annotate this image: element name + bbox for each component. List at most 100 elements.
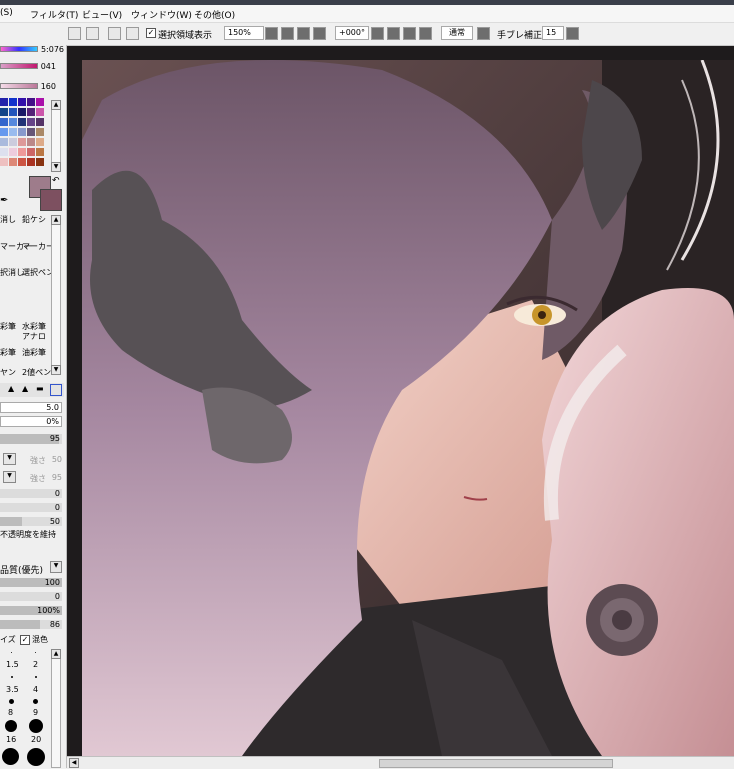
min-density-bar[interactable]: 0 [0, 592, 62, 601]
pressure-hardness-bar[interactable]: 86 [0, 620, 62, 629]
texture-a-dropdown-icon[interactable]: ▼ [3, 453, 16, 465]
swatch-palette[interactable] [0, 98, 48, 172]
rotation-field[interactable]: +000° [335, 26, 369, 40]
texture-b-dropdown-icon[interactable]: ▼ [3, 471, 16, 483]
brush-size-label: 3.5 [6, 685, 19, 694]
zoom-out-icon[interactable] [281, 27, 294, 40]
brush-size-presets[interactable]: 1.5 2 3.5 4 8 9 16 20 [0, 649, 48, 768]
rotation-dropdown-icon[interactable] [371, 27, 384, 40]
hue-slider[interactable] [0, 46, 38, 52]
min-size-field[interactable]: 0% [0, 416, 62, 427]
sub-color-swatch[interactable] [40, 189, 62, 211]
palette-scroll-up-icon[interactable]: ▲ [51, 100, 61, 110]
value-slider[interactable] [0, 83, 38, 89]
tool-scroll-down-icon[interactable]: ▼ [51, 365, 61, 375]
brush-size-label: 1.5 [6, 660, 19, 669]
brush-size-label: 16 [6, 735, 17, 744]
zoom-reset-icon[interactable] [313, 27, 326, 40]
tool-label[interactable]: 油彩筆 [22, 347, 46, 358]
deselect-icon[interactable] [108, 27, 121, 40]
tool-label[interactable]: 鉛ケシ [22, 214, 46, 225]
stabilizer-field[interactable]: 15 [542, 26, 564, 40]
brush-shape-row[interactable]: ▲ ▲ ▬ [0, 383, 64, 397]
flip-icon[interactable] [477, 27, 490, 40]
tool-label[interactable]: 2値ペン [22, 367, 51, 378]
palette-scroll-down-icon[interactable]: ▼ [51, 162, 61, 172]
blend-label: 混色 [32, 635, 48, 644]
zoom-in-icon[interactable] [297, 27, 310, 40]
pressure-size-label: イズ [0, 635, 16, 644]
menu-filter[interactable]: フィルタ(T) [30, 8, 78, 21]
persistence-value: 50 [49, 517, 60, 526]
strength-a-value: 50 [51, 455, 62, 464]
max-density-pressure-bar[interactable]: 100% [0, 606, 62, 615]
stabilizer-label: 手ブレ補正 [497, 31, 543, 41]
tool-label[interactable]: 彩筆 [0, 321, 16, 332]
zoom-field[interactable]: 150% [224, 26, 264, 40]
tool-scroll-up-icon[interactable]: ▲ [51, 215, 61, 225]
quality-label: 品質(優先) [0, 566, 44, 576]
rotate-left-icon[interactable] [387, 27, 400, 40]
strength-b-label: 強さ [30, 474, 46, 483]
density-value: 95 [49, 434, 60, 443]
canvas-horizontal-scrollbar[interactable]: ◀ [67, 756, 734, 769]
brush-shape-icon[interactable]: ▬ [36, 384, 44, 393]
scroll-left-icon[interactable]: ◀ [69, 758, 79, 768]
dilution-bar[interactable]: 0 [0, 503, 62, 512]
brush-shape-icon[interactable]: ▲ [8, 384, 14, 393]
artwork-canvas[interactable] [82, 60, 734, 756]
quality-dropdown-icon[interactable]: ▼ [50, 561, 62, 573]
density-bar[interactable]: 95 [0, 434, 62, 444]
brush-shape-icon[interactable]: ▲ [22, 384, 28, 393]
tool-scrollbar[interactable] [51, 215, 61, 375]
tool-label[interactable]: 選択ペン [22, 267, 54, 278]
tool-label[interactable]: マーカー [22, 241, 54, 252]
keep-opacity-label: 不透明度を維持 [0, 530, 56, 539]
stabilizer-dropdown-icon[interactable] [566, 27, 579, 40]
brush-size-scrollbar[interactable] [51, 649, 61, 768]
rotation-reset-icon[interactable] [419, 27, 432, 40]
rotate-right-icon[interactable] [403, 27, 416, 40]
brush-shape-selected-icon[interactable] [50, 384, 62, 396]
invert-selection-icon[interactable] [126, 27, 139, 40]
brush-size-label: 20 [31, 735, 42, 744]
blend-checkbox[interactable]: ✓ [20, 635, 30, 645]
saturation-value: 041 [40, 62, 56, 71]
swap-colors-icon[interactable]: ↶ [52, 176, 60, 186]
brush-size-label: 8 [8, 708, 14, 717]
zoom-dropdown-icon[interactable] [265, 27, 278, 40]
edge-hardness-bar[interactable]: 100 [0, 578, 62, 587]
hue-value: 5:076 [40, 45, 64, 54]
artwork-image [82, 60, 734, 756]
undo-icon[interactable] [68, 27, 81, 40]
menu-select[interactable]: (S) [0, 8, 13, 18]
tool-label[interactable]: 択消し [0, 267, 24, 278]
selection-checkbox[interactable]: ✓ [146, 28, 156, 38]
strength-b-value: 95 [51, 473, 62, 482]
persistence-bar[interactable]: 50 [0, 517, 62, 526]
menu-view[interactable]: ビュー(V) [82, 8, 122, 21]
min-density-value: 0 [54, 592, 60, 601]
tool-label[interactable]: 消し [0, 214, 16, 225]
tool-label[interactable]: ヤン [0, 367, 16, 378]
dilution-value: 0 [54, 503, 60, 512]
blending-bar[interactable]: 0 [0, 489, 62, 498]
menu-window[interactable]: ウィンドウ(W) [131, 8, 192, 21]
tool-label[interactable]: 彩筆 [0, 347, 16, 358]
main-toolbar: ✓ 選択領域表示 150% +000° 通常 手ブレ補正 15 [0, 23, 734, 46]
horizontal-scroll-thumb[interactable] [379, 759, 613, 768]
max-density-pressure-value: 100% [37, 606, 60, 615]
brush-size-label: 4 [33, 685, 39, 694]
size-field[interactable]: 5.0 [0, 402, 62, 413]
brush-size-scroll-up-icon[interactable]: ▲ [51, 649, 61, 659]
brush-size-label: 9 [33, 708, 39, 717]
menu-bar: (S) フィルタ(T) ビュー(V) ウィンドウ(W) その他(O) [0, 5, 734, 23]
saturation-slider[interactable] [0, 63, 38, 69]
eyedropper-icon[interactable]: ✒ [0, 195, 8, 206]
tool-label[interactable]: アナロ [22, 331, 46, 342]
redo-icon[interactable] [86, 27, 99, 40]
menu-other[interactable]: その他(O) [194, 8, 235, 21]
blend-mode-button[interactable]: 通常 [441, 26, 473, 40]
edge-hardness-value: 100 [44, 578, 60, 587]
blending-value: 0 [54, 489, 60, 498]
